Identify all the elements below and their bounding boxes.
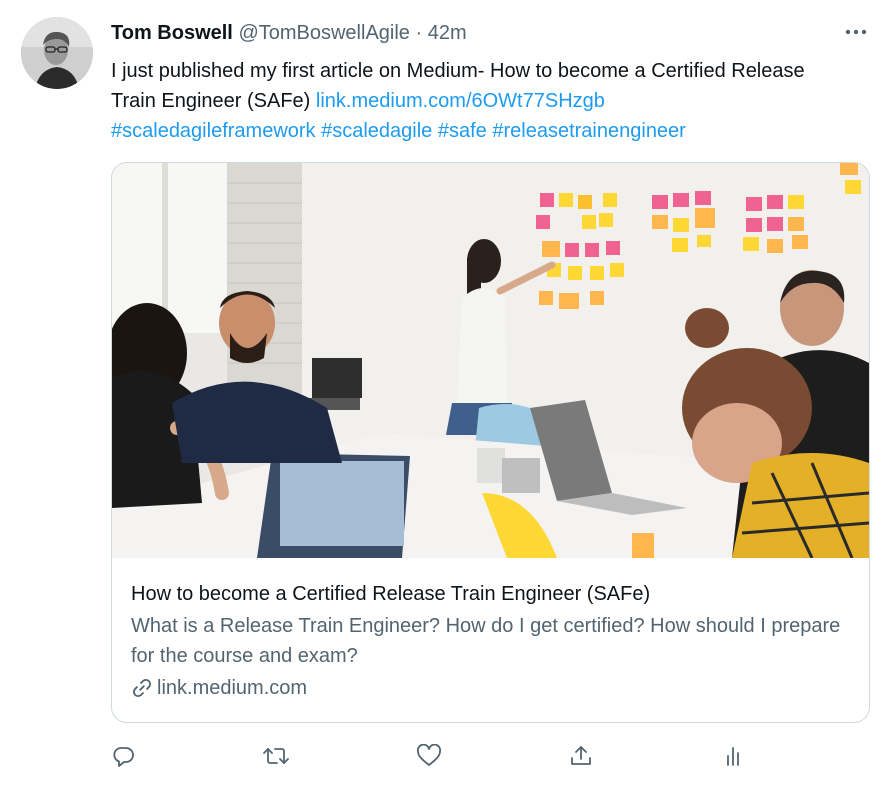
tweet-header: Tom Boswell @TomBoswellAgile · 42m (111, 21, 467, 45)
analytics-button[interactable] (713, 736, 753, 776)
link-icon (132, 678, 152, 698)
author-handle[interactable]: @TomBoswellAgile (238, 22, 409, 44)
retweet-button[interactable] (256, 736, 296, 776)
avatar-photo (21, 17, 93, 89)
heart-icon (417, 744, 441, 766)
card-body: How to become a Certified Release Train … (131, 580, 851, 702)
card-title: How to become a Certified Release Train … (131, 583, 651, 605)
share-icon (571, 746, 591, 765)
tweet-link[interactable]: link.medium.com/6OWt77SHzgb (316, 90, 605, 112)
more-options-button[interactable] (842, 22, 870, 42)
like-button[interactable] (409, 736, 449, 776)
header-separator: · (415, 22, 423, 44)
tweet-time[interactable]: 42m (428, 22, 467, 44)
tweet-actions (0, 736, 892, 776)
avatar[interactable] (21, 17, 93, 89)
analytics-icon (727, 747, 739, 766)
card-domain-row: link.medium.com (131, 674, 851, 702)
share-button[interactable] (561, 736, 601, 776)
card-description: What is a Release Train Engineer? How do… (131, 615, 841, 667)
reply-button[interactable] (104, 736, 144, 776)
tweet-text: I just published my first article on Med… (111, 56, 851, 146)
card-domain: link.medium.com (157, 677, 308, 699)
hashtag[interactable]: #safe (438, 120, 487, 142)
hashtag[interactable]: #scaledagileframework (111, 120, 316, 142)
author-name[interactable]: Tom Boswell (111, 22, 233, 44)
hashtag[interactable]: #scaledagile (321, 120, 432, 142)
more-horizontal-icon (845, 29, 867, 35)
card-image (112, 163, 869, 558)
retweet-icon (263, 748, 289, 764)
reply-icon (113, 747, 134, 767)
hashtag[interactable]: #releasetrainengineer (492, 120, 685, 142)
link-card[interactable]: How to become a Certified Release Train … (111, 162, 870, 723)
